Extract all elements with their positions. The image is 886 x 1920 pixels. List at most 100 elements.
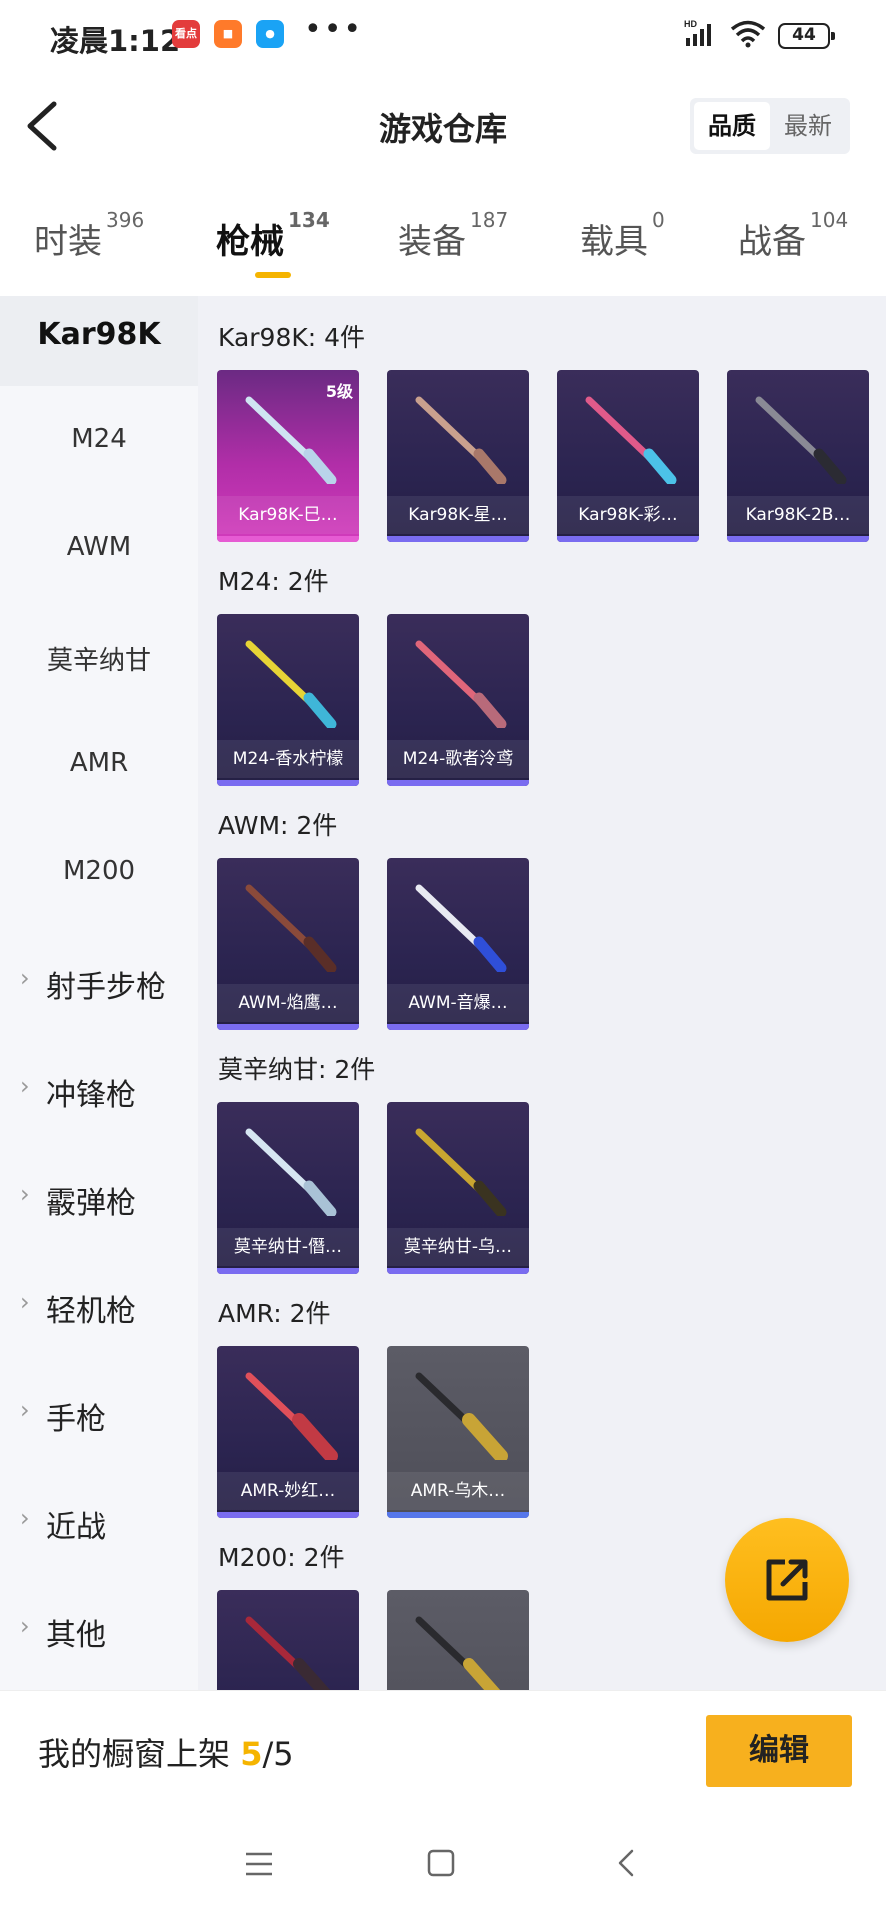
section-title: M24: 2件 (218, 567, 329, 596)
weapon-name: M24-香水柠檬 (217, 740, 359, 778)
share-icon (766, 1559, 808, 1601)
level-badge: 5级 (325, 382, 353, 401)
rifle-icon (245, 1128, 337, 1216)
showcase-status: 我的橱窗上架 5/5 (38, 1735, 294, 1773)
rifle-icon (245, 1616, 331, 1690)
sidebar: Kar98K M24 AWM 莫辛纳甘 AMR M200 › 射手步枪 › 冲锋枪 … (0, 296, 198, 1690)
chevron-right-icon: › (20, 1288, 30, 1316)
more-notifications-icon: ••• (304, 12, 364, 47)
weapon-name: Kar98K-巳… (217, 496, 359, 534)
chat-app-icon: ● (256, 20, 284, 48)
chevron-right-icon: › (20, 1072, 30, 1100)
sort-quality-button[interactable]: 品质 (694, 102, 770, 150)
rifle-icon (585, 396, 677, 484)
weapon-card[interactable] (217, 1590, 359, 1690)
menu-icon[interactable] (244, 1850, 274, 1878)
weapon-name: AWM-音爆… (387, 984, 529, 1022)
rifle-icon (755, 396, 847, 484)
sidebar-category-pistol[interactable]: › 手枪 (0, 1394, 198, 1438)
news-app-icon: 看点 (172, 20, 200, 48)
section-title: M200: 2件 (218, 1543, 345, 1572)
shopping-app-icon: ■ (214, 20, 242, 48)
chevron-right-icon: › (20, 1612, 30, 1640)
sidebar-category-melee[interactable]: › 近战 (0, 1502, 198, 1546)
tab-equipment[interactable]: 装备187 (398, 208, 508, 263)
weapon-name: AMR-妙红… (217, 1472, 359, 1510)
rifle-icon (415, 640, 507, 728)
chevron-right-icon: › (20, 964, 30, 992)
weapon-card[interactable] (387, 1590, 529, 1690)
tab-supplies[interactable]: 战备104 (738, 208, 848, 263)
weapon-name: AMR-乌木… (387, 1472, 529, 1510)
sidebar-category-other[interactable]: › 其他 (0, 1610, 198, 1654)
sidebar-item-awm[interactable]: AWM (0, 532, 198, 562)
rifle-icon (245, 884, 337, 972)
chevron-right-icon: › (20, 1180, 30, 1208)
rifle-icon (245, 1372, 338, 1460)
category-tabs: 时装396 枪械134 装备187 载具0 战备104 (0, 200, 886, 296)
sort-newest-button[interactable]: 最新 (770, 102, 846, 150)
weapon-name: AWM-焰鹰… (217, 984, 359, 1022)
weapon-card[interactable]: 莫辛纳甘-乌… (387, 1102, 529, 1274)
weapon-card[interactable]: M24-歌者泠鸢 (387, 614, 529, 786)
system-navigation-bar (0, 1810, 886, 1920)
weapon-card[interactable]: Kar98K-2B… (727, 370, 869, 542)
home-icon[interactable] (426, 1848, 456, 1878)
weapon-name: 莫辛纳甘-乌… (387, 1228, 529, 1266)
weapon-card[interactable]: AMR-乌木… (387, 1346, 529, 1518)
sidebar-item-amr[interactable]: AMR (0, 748, 198, 778)
section-title: AMR: 2件 (218, 1299, 331, 1328)
sort-toggle: 品质 最新 (690, 98, 850, 154)
showcase-footer: 我的橱窗上架 5/5 编辑 (0, 1690, 886, 1810)
chevron-right-icon: › (20, 1396, 30, 1424)
weapon-name: Kar98K-2B… (727, 496, 869, 534)
chevron-right-icon: › (20, 1504, 30, 1532)
edit-button[interactable]: 编辑 (706, 1715, 852, 1787)
weapon-card[interactable]: 莫辛纳甘-僭… (217, 1102, 359, 1274)
rifle-icon (415, 884, 507, 972)
weapon-card[interactable]: Kar98K-彩… (557, 370, 699, 542)
weapon-card[interactable]: AMR-妙红… (217, 1346, 359, 1518)
section-title: AWM: 2件 (218, 811, 338, 840)
sidebar-category-lmg[interactable]: › 轻机枪 (0, 1286, 198, 1330)
share-button[interactable] (725, 1518, 849, 1642)
sidebar-category-marksman[interactable]: › 射手步枪 (0, 962, 198, 1006)
section-title: Kar98K: 4件 (218, 323, 366, 352)
rarity-bar (217, 536, 359, 542)
sidebar-item-mosin[interactable]: 莫辛纳甘 (0, 640, 198, 677)
weapon-name: M24-歌者泠鸢 (387, 740, 529, 778)
sidebar-item-m24[interactable]: M24 (0, 424, 198, 454)
weapon-card[interactable]: 5级 Kar98K-巳… (217, 370, 359, 542)
weapon-name: 莫辛纳甘-僭… (217, 1228, 359, 1266)
sidebar-category-smg[interactable]: › 冲锋枪 (0, 1070, 198, 1114)
weapon-card[interactable]: AWM-焰鹰… (217, 858, 359, 1030)
rarity-bar (727, 536, 869, 542)
svg-text:HD: HD (684, 19, 697, 29)
rifle-icon (415, 1616, 501, 1690)
tab-fashion[interactable]: 时装396 (34, 208, 144, 263)
tab-vehicles[interactable]: 载具0 (580, 208, 665, 263)
rarity-bar (387, 1512, 529, 1518)
rifle-icon (415, 1128, 507, 1216)
weapon-card[interactable]: M24-香水柠檬 (217, 614, 359, 786)
rarity-bar (217, 1512, 359, 1518)
active-tab-indicator (255, 272, 291, 278)
rifle-icon (245, 640, 337, 728)
nav-header: 游戏仓库 品质 最新 (0, 74, 886, 178)
rarity-bar (387, 1024, 529, 1030)
section-title: 莫辛纳甘: 2件 (218, 1055, 376, 1084)
weapon-card[interactable]: AWM-音爆… (387, 858, 529, 1030)
tab-guns[interactable]: 枪械134 (216, 208, 330, 263)
rarity-bar (387, 536, 529, 542)
sidebar-category-shotgun[interactable]: › 霰弹枪 (0, 1178, 198, 1222)
back-icon[interactable] (614, 1848, 638, 1878)
rarity-bar (557, 536, 699, 542)
sidebar-item-kar98k[interactable]: Kar98K (0, 296, 198, 386)
weapon-card[interactable]: Kar98K-星… (387, 370, 529, 542)
weapon-name: Kar98K-星… (387, 496, 529, 534)
sidebar-item-m200[interactable]: M200 (0, 856, 198, 886)
rarity-bar (387, 1268, 529, 1274)
rarity-bar (387, 780, 529, 786)
rarity-bar (217, 1024, 359, 1030)
battery-icon: 44 (778, 23, 835, 49)
